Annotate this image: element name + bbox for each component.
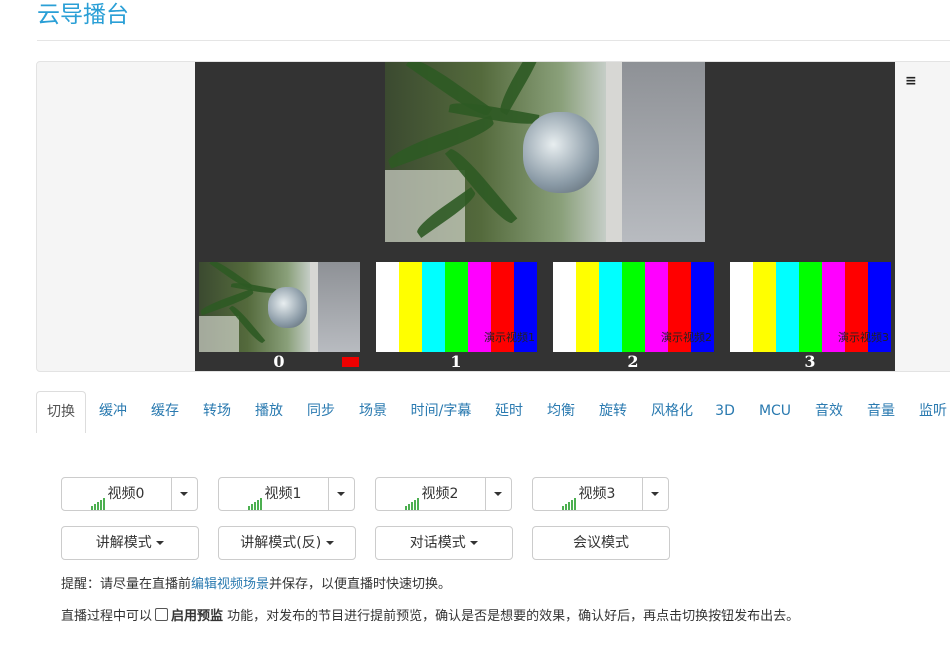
page-title: 云导播台	[37, 2, 129, 28]
title-divider	[37, 40, 950, 41]
camera-feed-image	[385, 62, 705, 242]
tab-time-subtitle[interactable]: 时间/字幕	[404, 391, 478, 432]
colorbar-stripe	[622, 262, 645, 352]
explain-mode-button[interactable]: 讲解模式	[61, 526, 199, 560]
video-1-split-button: 视频1	[218, 477, 355, 511]
tab-cache[interactable]: 缓存	[142, 391, 188, 432]
video-0-split-button: 视频0	[61, 477, 198, 511]
colorbar-stripe	[799, 262, 822, 352]
caret-down-icon	[470, 541, 479, 545]
colorbar-stripe	[553, 262, 576, 352]
tab-sync[interactable]: 同步	[298, 391, 344, 432]
video-2-button[interactable]: 视频2	[376, 478, 487, 510]
scene-hint: 提醒：请尽量在直播前编辑视频场景并保存，以便直播时快速切换。	[61, 577, 452, 592]
enable-preview-checkbox[interactable]	[155, 608, 169, 621]
recording-indicator	[342, 357, 359, 367]
tab-volume[interactable]: 音量	[858, 391, 904, 432]
colorbar-stripe	[445, 262, 468, 352]
colorbar-stripe	[422, 262, 445, 352]
thumbnail-number: 1	[450, 352, 462, 371]
colorbar-stripe	[399, 262, 422, 352]
thumbnail-label: 演示视频3	[838, 331, 889, 344]
tab-mcu[interactable]: MCU	[752, 391, 798, 432]
colorbar-stripe	[376, 262, 399, 352]
colorbar-stripe	[730, 262, 753, 352]
explain-mode-reverse-button[interactable]: 讲解模式(反)	[218, 526, 356, 560]
caret-down-icon	[337, 492, 345, 496]
source-thumbnail-2[interactable]: 演示视频2	[553, 262, 714, 352]
video-2-dropdown-toggle[interactable]	[485, 478, 511, 510]
tab-audio-effects[interactable]: 音效	[806, 391, 852, 432]
source-thumbnail-0[interactable]	[199, 262, 360, 352]
tab-buffer[interactable]: 缓冲	[90, 391, 136, 432]
source-thumbnail-3[interactable]: 演示视频3	[730, 262, 891, 352]
video-1-button[interactable]: 视频1	[219, 478, 330, 510]
source-thumbnail-1[interactable]: 演示视频1	[376, 262, 537, 352]
thumbnail-number: 3	[804, 352, 816, 371]
signal-icon	[90, 478, 106, 510]
video-3-button[interactable]: 视频3	[533, 478, 644, 510]
tab-rotate[interactable]: 旋转	[590, 391, 636, 432]
enable-preview-label[interactable]: 启用预监	[171, 609, 223, 624]
caret-down-icon	[156, 541, 165, 545]
video-0-dropdown-toggle[interactable]	[171, 478, 197, 510]
tab-delay[interactable]: 延时	[486, 391, 532, 432]
signal-icon	[561, 478, 577, 510]
tab-3d[interactable]: 3D	[709, 391, 741, 432]
program-preview[interactable]	[385, 62, 705, 242]
dialogue-mode-button[interactable]: 对话模式	[375, 526, 513, 560]
tab-equalizer[interactable]: 均衡	[538, 391, 584, 432]
video-3-dropdown-toggle[interactable]	[642, 478, 668, 510]
tab-play[interactable]: 播放	[246, 391, 292, 432]
tab-stylize[interactable]: 风格化	[645, 391, 699, 432]
colorbar-stripe	[753, 262, 776, 352]
camera-feed-image	[199, 262, 360, 352]
meeting-mode-button[interactable]: 会议模式	[532, 526, 670, 560]
caret-down-icon	[180, 492, 188, 496]
tab-transition[interactable]: 转场	[194, 391, 240, 432]
caret-down-icon	[651, 492, 659, 496]
caret-down-icon	[325, 541, 334, 545]
colorbar-stripe	[576, 262, 599, 352]
colorbar-stripe	[599, 262, 622, 352]
preview-hint: 直播过程中可以 启用预监 功能，对发布的节目进行提前预览，确认是否是想要的效果，确…	[61, 608, 800, 624]
thumbnail-label: 演示视频2	[661, 331, 712, 344]
video-0-button[interactable]: 视频0	[62, 478, 173, 510]
thumbnail-number: 0	[273, 352, 285, 371]
caret-down-icon	[494, 492, 502, 496]
tab-bar: 切换 缓冲 缓存 转场 播放 同步 场景 时间/字幕 延时 均衡 旋转 风格化 …	[36, 391, 950, 434]
signal-icon	[247, 478, 263, 510]
thumbnail-label: 演示视频1	[484, 331, 535, 344]
tab-switch[interactable]: 切换	[36, 391, 86, 434]
video-2-split-button: 视频2	[375, 477, 512, 511]
signal-icon	[404, 478, 420, 510]
tab-scene[interactable]: 场景	[350, 391, 396, 432]
colorbar-stripe	[776, 262, 799, 352]
video-1-dropdown-toggle[interactable]	[328, 478, 354, 510]
menu-icon[interactable]: ≡	[905, 73, 917, 89]
edit-scene-link[interactable]: 编辑视频场景	[191, 577, 269, 592]
thumbnail-number: 2	[627, 352, 639, 371]
tab-monitor[interactable]: 监听	[910, 391, 950, 432]
video-3-split-button: 视频3	[532, 477, 669, 511]
